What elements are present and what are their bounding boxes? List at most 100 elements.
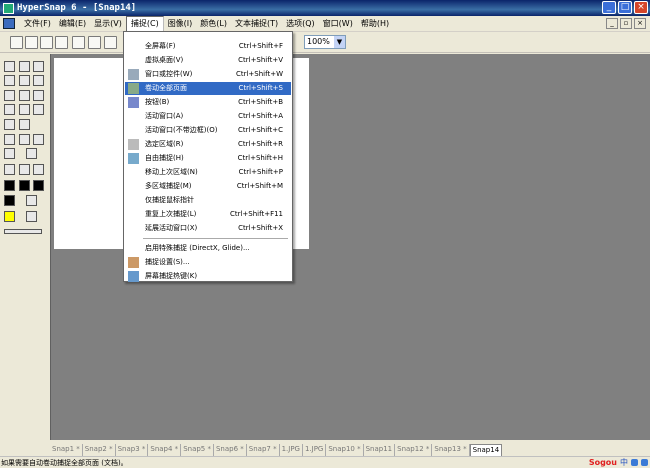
- menu-item-scroll-page[interactable]: 卷动全部页面 Ctrl+Shift+S: [125, 82, 291, 95]
- redo-tool-icon[interactable]: [33, 75, 44, 86]
- menu-color[interactable]: 颜色(L): [196, 17, 231, 31]
- tab-snap6[interactable]: Snap6 *: [214, 444, 247, 456]
- undo-tool-icon[interactable]: [19, 75, 30, 86]
- title-bar: HyperSnap 6 - [Snap14] _ □ ×: [0, 0, 650, 16]
- crop-tool-icon[interactable]: [33, 90, 44, 101]
- menu-item-hotkeys[interactable]: 屏幕捕捉热键(K): [125, 270, 291, 283]
- color-icon[interactable]: [4, 195, 15, 206]
- menu-item-multi-region[interactable]: 多区域捕捉(M) Ctrl+Shift+M: [125, 180, 291, 193]
- tab-snap12[interactable]: Snap12 *: [395, 444, 433, 456]
- rect-shape-icon[interactable]: [4, 164, 15, 175]
- tab-snap3[interactable]: Snap3 *: [116, 444, 149, 456]
- tab-snap2[interactable]: Snap2 *: [83, 444, 116, 456]
- filled-rect-icon[interactable]: [4, 180, 15, 191]
- ime-lang-indicator[interactable]: 中: [620, 457, 628, 468]
- open-icon[interactable]: [25, 36, 38, 49]
- print-icon[interactable]: [72, 36, 85, 49]
- menu-text-capture[interactable]: 文本捕捉(T): [231, 17, 282, 31]
- fill-color-icon[interactable]: [26, 195, 37, 206]
- cut-icon[interactable]: [4, 61, 15, 72]
- menu-item-move-last-region[interactable]: 移动上次区域(N) Ctrl+Shift+P: [125, 166, 291, 179]
- menu-item-repeat-last[interactable]: 重复上次捕捉(L) Ctrl+Shift+F11: [125, 208, 291, 221]
- maximize-icon[interactable]: □: [618, 1, 632, 14]
- text-tool-icon[interactable]: [33, 104, 44, 115]
- menu-window[interactable]: 窗口(W): [319, 17, 357, 31]
- new-icon[interactable]: [10, 36, 23, 49]
- close-icon[interactable]: ×: [634, 1, 648, 14]
- select-tool-icon[interactable]: [19, 90, 30, 101]
- copy-icon[interactable]: [19, 61, 30, 72]
- menu-item-active-window-no-border[interactable]: 活动窗口(不带边框)(O) Ctrl+Shift+C: [125, 124, 291, 137]
- tab-snap4[interactable]: Snap4 *: [148, 444, 182, 456]
- menu-item-active-window[interactable]: 活动窗口(A) Ctrl+Shift+A: [125, 110, 291, 123]
- menu-options[interactable]: 选项(Q): [282, 17, 319, 31]
- tab-snap10[interactable]: Snap10 *: [326, 444, 364, 456]
- tab-snap7[interactable]: Snap7 *: [247, 444, 280, 456]
- tab-snap11[interactable]: Snap11: [364, 444, 396, 456]
- highlight-icon[interactable]: [4, 211, 15, 222]
- delete-icon[interactable]: [4, 75, 15, 86]
- button-capture-icon: [128, 97, 139, 108]
- window-icon: [128, 69, 139, 80]
- eraser-tool-icon[interactable]: [4, 134, 15, 145]
- zoom-select[interactable]: 100% ▼: [304, 35, 346, 49]
- stamp-tool-icon[interactable]: [19, 104, 30, 115]
- menu-separator: [143, 238, 288, 239]
- filled-rounded-rect-icon[interactable]: [19, 180, 30, 191]
- tab-snap13[interactable]: Snap13 *: [432, 444, 470, 456]
- print-preview-icon[interactable]: [88, 36, 101, 49]
- line-tool-icon[interactable]: [33, 134, 44, 145]
- menu-view[interactable]: 显示(V): [90, 17, 126, 31]
- menu-item-special-capture[interactable]: 启用特殊捕捉 (DirectX, Glide)...: [125, 242, 291, 255]
- save-icon[interactable]: [40, 36, 53, 49]
- doc-minimize-icon[interactable]: _: [606, 18, 618, 29]
- filled-ellipse-icon[interactable]: [33, 180, 44, 191]
- slider[interactable]: [4, 229, 42, 234]
- ime-tray: Sogou 中: [589, 457, 648, 468]
- menu-image[interactable]: 图像(I): [164, 17, 197, 31]
- paste-icon[interactable]: [33, 61, 44, 72]
- document-icon[interactable]: [3, 18, 15, 29]
- menu-item-freehand[interactable]: 自由捕捉(H) Ctrl+Shift+H: [125, 152, 291, 165]
- menu-file[interactable]: 文件(F): [20, 17, 55, 31]
- menu-item-virtual-desktop[interactable]: 虚拟桌面(V) Ctrl+Shift+V: [125, 54, 291, 67]
- menu-edit[interactable]: 编辑(E): [55, 17, 90, 31]
- chevron-down-icon[interactable]: ▼: [334, 36, 345, 48]
- menu-item-window-control[interactable]: 窗口或控件(W) Ctrl+Shift+W: [125, 68, 291, 81]
- arrow-tool-icon[interactable]: [19, 119, 30, 130]
- minimize-icon[interactable]: _: [602, 1, 616, 14]
- undo-icon[interactable]: [104, 36, 117, 49]
- save-all-icon[interactable]: [55, 36, 68, 49]
- rectangle-select-icon[interactable]: [4, 104, 15, 115]
- stamp-icon[interactable]: [26, 211, 37, 222]
- line-style-icon[interactable]: [4, 148, 15, 159]
- ime-settings-icon[interactable]: [641, 459, 648, 466]
- capture-menu: 全屏幕(F) Ctrl+Shift+F 虚拟桌面(V) Ctrl+Shift+V…: [123, 31, 293, 282]
- doc-close-icon[interactable]: ×: [634, 18, 646, 29]
- menu-help[interactable]: 帮助(H): [357, 17, 393, 31]
- tab-1jpg-2[interactable]: 1.JPG: [303, 444, 327, 456]
- menu-item-cursor-only[interactable]: 仅捕捉鼠标指针: [125, 194, 291, 207]
- menu-item-full-screen[interactable]: 全屏幕(F) Ctrl+Shift+F: [125, 40, 291, 53]
- sogou-logo[interactable]: Sogou: [589, 458, 617, 467]
- menu-item-region[interactable]: 选定区域(R) Ctrl+Shift+R: [125, 138, 291, 151]
- document-controls: _ ▫ ×: [606, 18, 646, 29]
- rounded-rect-icon[interactable]: [19, 164, 30, 175]
- pencil-tool-icon[interactable]: [19, 134, 30, 145]
- tab-snap5[interactable]: Snap5 *: [181, 444, 214, 456]
- menu-item-extend-active-window[interactable]: 延展活动窗口(X) Ctrl+Shift+X: [125, 222, 291, 235]
- menu-capture[interactable]: 捕捉(C): [125, 15, 164, 32]
- doc-restore-icon[interactable]: ▫: [620, 18, 632, 29]
- window-title: HyperSnap 6 - [Snap14]: [17, 3, 137, 13]
- line-width-icon[interactable]: [26, 148, 37, 159]
- tab-1jpg[interactable]: 1.JPG: [280, 444, 303, 456]
- tab-snap14[interactable]: Snap14: [469, 444, 503, 456]
- ellipse-icon[interactable]: [33, 164, 44, 175]
- zoom-tool-icon[interactable]: [4, 90, 15, 101]
- freehand-icon: [128, 153, 139, 164]
- tab-snap1[interactable]: Snap1 *: [50, 444, 83, 456]
- menu-item-capture-settings[interactable]: 捕捉设置(S)...: [125, 256, 291, 269]
- marker-tool-icon[interactable]: [4, 119, 15, 130]
- ime-icon[interactable]: [631, 459, 638, 466]
- menu-item-button[interactable]: 按钮(B) Ctrl+Shift+B: [125, 96, 291, 109]
